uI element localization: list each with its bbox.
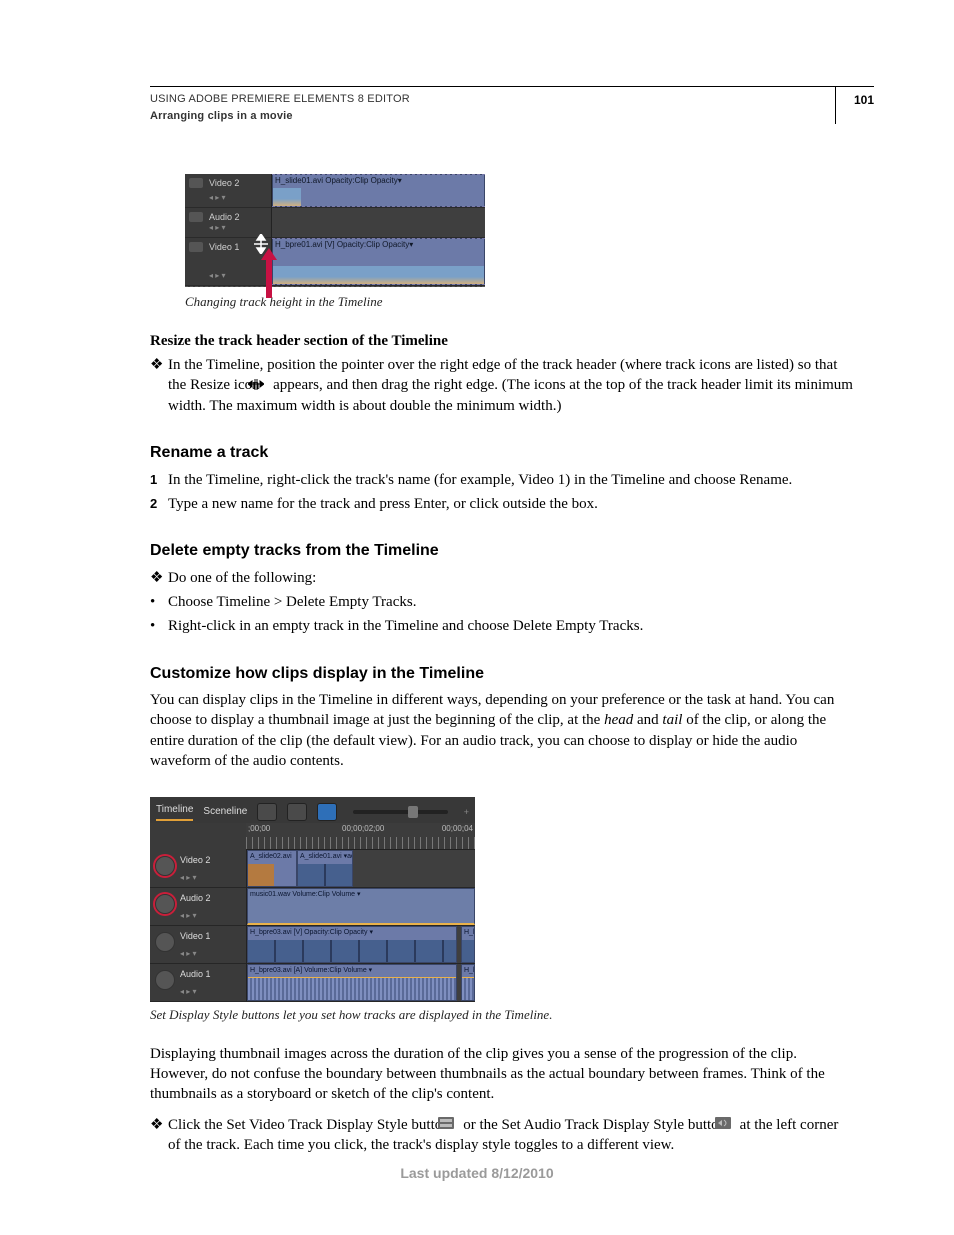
- heading-rename-track: Rename a track: [150, 442, 854, 464]
- header-chapter: Arranging clips in a movie: [150, 109, 410, 124]
- filmstrip-icon: [155, 932, 175, 952]
- list-item: •Choose Timeline > Delete Empty Tracks.: [150, 592, 854, 612]
- track-label: Video 1: [180, 931, 210, 941]
- figure-timeline-track-height: Video 2 ◂ ▸ ▾ H_slide01.avi Opacity:Clip…: [185, 174, 485, 287]
- track-controls: ◂ ▸ ▾: [209, 271, 226, 282]
- body-text: You can display clips in the Timeline in…: [150, 690, 854, 771]
- figure-caption: Changing track height in the Timeline: [185, 293, 854, 311]
- figure-timeline-display-styles: Timeline Sceneline + ;00;00 00;00;02;00 …: [150, 797, 475, 1002]
- set-video-display-style-icon: [155, 856, 175, 876]
- time-ruler: ;00;00 00;00;02;00 00;00;04: [246, 823, 475, 850]
- running-header: USING ADOBE PREMIERE ELEMENTS 8 EDITOR A…: [150, 92, 854, 124]
- track-label: Video 2: [180, 855, 210, 865]
- track-controls: ◂ ▸ ▾: [209, 223, 226, 234]
- track-controls: ◂ ▸ ▾: [209, 193, 226, 204]
- heading-delete-empty-tracks: Delete empty tracks from the Timeline: [150, 540, 854, 562]
- plus-icon: +: [464, 806, 469, 818]
- track-label: Audio 2: [180, 893, 211, 903]
- clip-label: H_bpre01.avi [V] Opacity:Clip Opacity▾: [275, 240, 413, 249]
- track-label: Audio 2: [209, 212, 240, 222]
- filmstrip-icon: [189, 242, 203, 252]
- header-product: USING ADOBE PREMIERE ELEMENTS 8 EDITOR: [150, 92, 410, 107]
- footer-updated: Last updated 8/12/2010: [0, 1164, 954, 1183]
- zoom-slider: [353, 810, 447, 814]
- page-number: 101: [854, 92, 874, 108]
- tab-sceneline: Sceneline: [203, 805, 247, 819]
- track-label: Video 2: [209, 178, 239, 188]
- track-label: Audio 1: [180, 969, 211, 979]
- heading-customize-clips-display: Customize how clips display in the Timel…: [150, 663, 854, 685]
- clip-label: H_slide01.avi Opacity:Clip Opacity▾: [275, 176, 402, 185]
- list-item: 2Type a new name for the track and press…: [150, 494, 854, 514]
- selection-tool-icon: [257, 803, 277, 821]
- figure-caption: Set Display Style buttons let you set ho…: [150, 1006, 854, 1024]
- set-audio-display-style-icon: [155, 894, 175, 914]
- heading-resize-track-header: Resize the track header section of the T…: [150, 331, 854, 351]
- speaker-icon: [155, 970, 175, 990]
- tab-timeline: Timeline: [156, 803, 193, 821]
- filmstrip-icon: [189, 178, 203, 188]
- list-item: 1In the Timeline, right-click the track'…: [150, 470, 854, 490]
- speaker-icon: [189, 212, 203, 222]
- track-label: Video 1: [209, 242, 239, 252]
- list-item: ❖Do one of the following:: [150, 568, 854, 588]
- body-text: Displaying thumbnail images across the d…: [150, 1044, 854, 1105]
- brush-tool-icon: [287, 803, 307, 821]
- callout-arrow-icon: [259, 248, 279, 298]
- list-item: ❖In the Timeline, position the pointer o…: [150, 355, 854, 416]
- list-item: ❖Click the Set Video Track Display Style…: [150, 1115, 854, 1156]
- list-item: •Right-click in an empty track in the Ti…: [150, 616, 854, 636]
- marker-tool-icon: [317, 803, 337, 821]
